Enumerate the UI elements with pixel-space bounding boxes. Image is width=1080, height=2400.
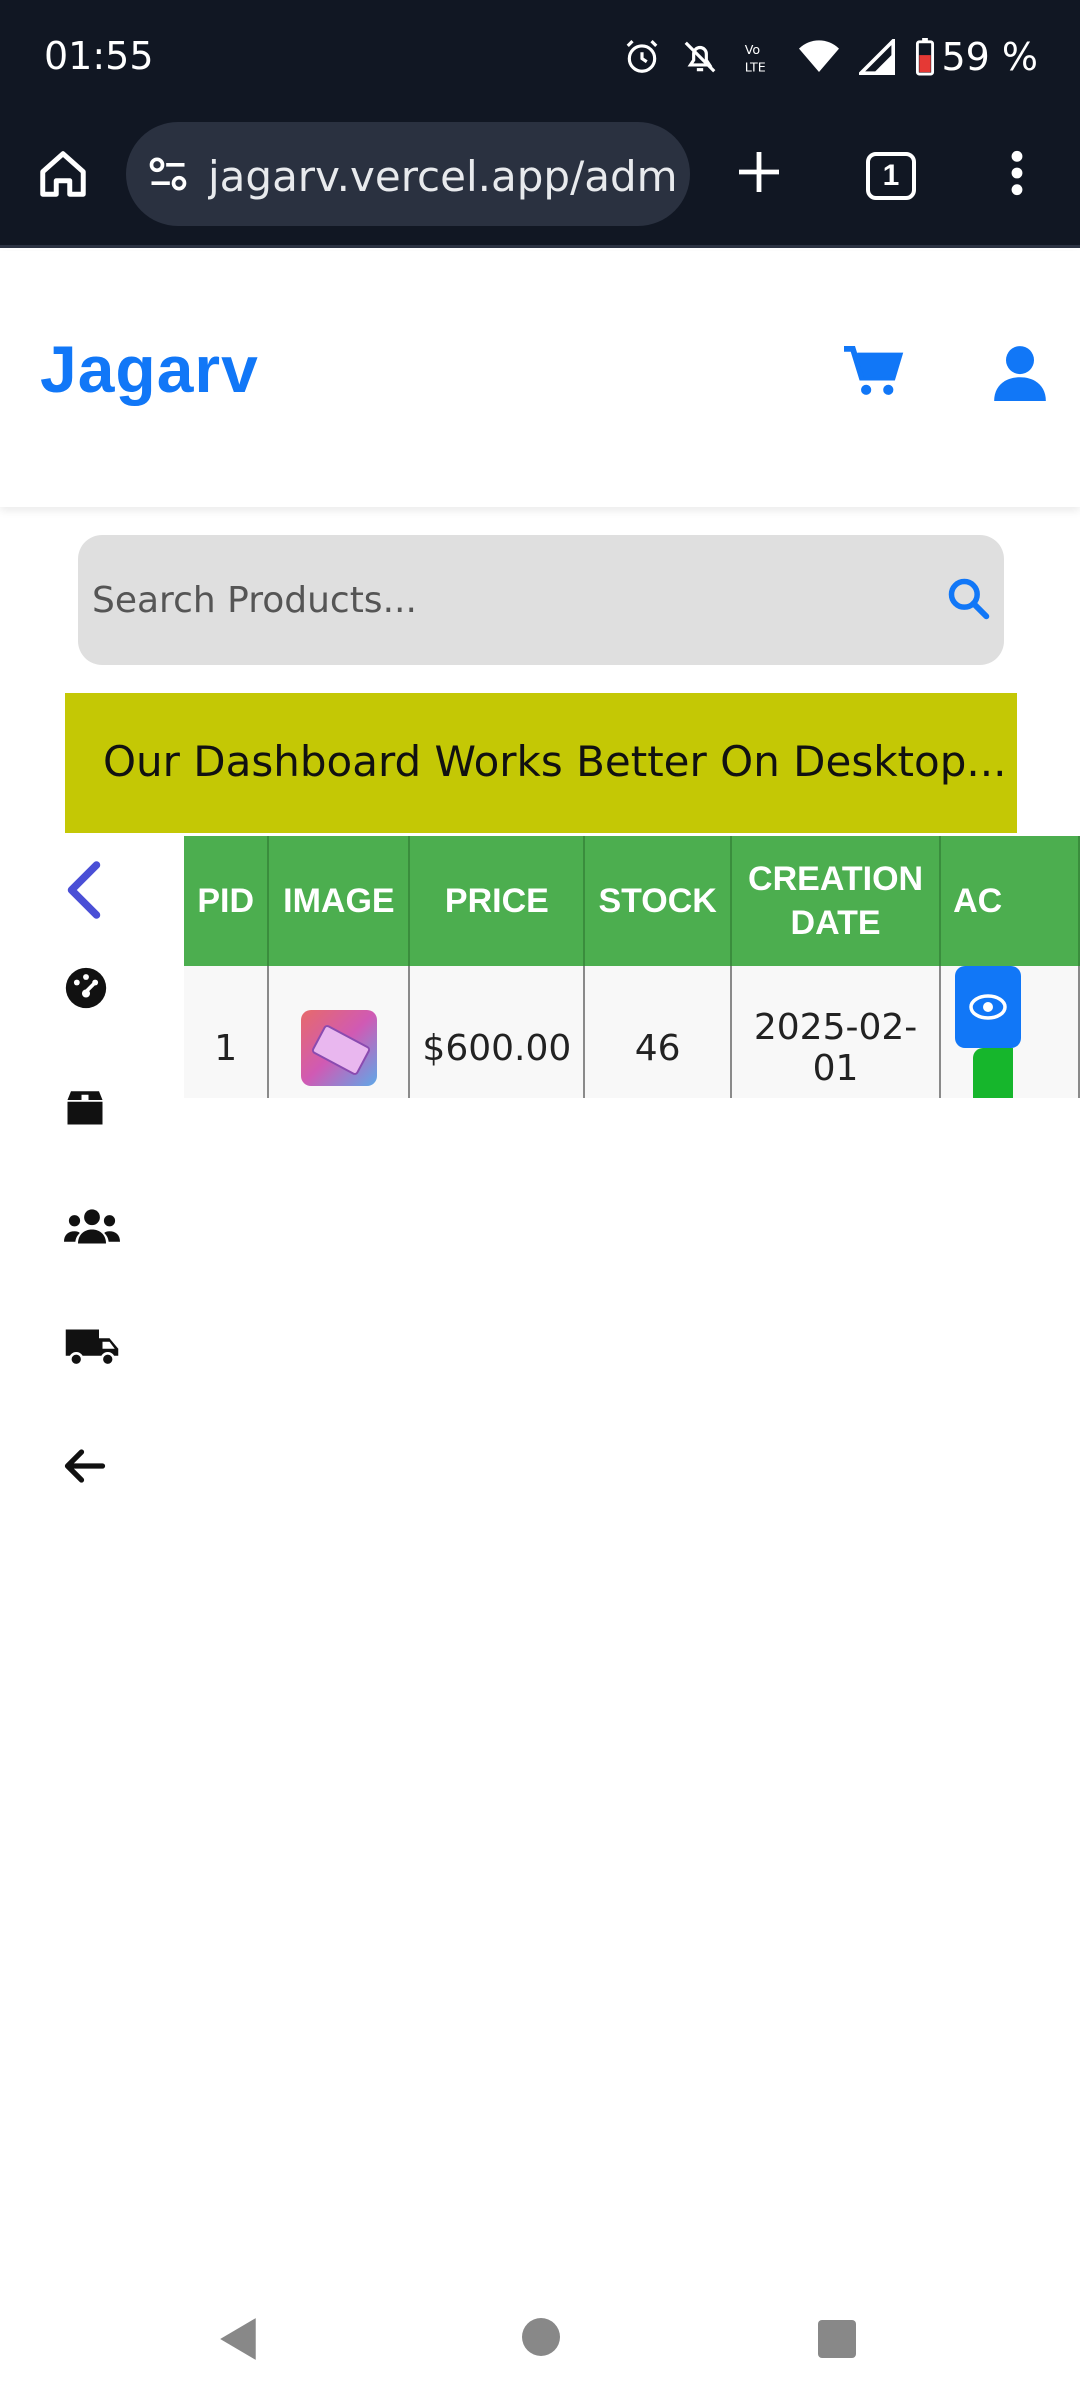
- header-actions: AC: [940, 836, 1080, 966]
- header-creation-date: CREATION DATE: [731, 836, 942, 966]
- svg-text:LTE: LTE: [745, 59, 766, 74]
- header-stock: STOCK: [584, 836, 733, 966]
- back-chevron-icon[interactable]: [64, 860, 104, 925]
- cell-actions: [940, 966, 1080, 1098]
- users-icon[interactable]: [64, 1204, 120, 1253]
- url-text[interactable]: jagarv.vercel.app/admin/: [208, 152, 678, 201]
- svg-text:Vo: Vo: [745, 42, 761, 57]
- search-input[interactable]: [92, 565, 892, 635]
- address-bar[interactable]: jagarv.vercel.app/admin/: [126, 122, 690, 226]
- status-icons: Vo LTE 59 %: [603, 32, 1038, 82]
- site-logo[interactable]: Jagarv: [40, 331, 259, 407]
- signal-icon: [859, 39, 896, 75]
- logout-arrow-icon[interactable]: [64, 1448, 106, 1489]
- new-tab-icon[interactable]: [735, 148, 783, 201]
- nav-back-icon[interactable]: [218, 2316, 260, 2367]
- alarm-icon: [623, 38, 661, 76]
- header-price: PRICE: [409, 836, 586, 966]
- cell-creation-date: 2025-02-01: [731, 966, 942, 1098]
- cell-price: $600.00: [409, 966, 586, 1098]
- site-header: Jagarv: [0, 251, 1080, 507]
- header-image: IMAGE: [268, 836, 411, 966]
- edit-product-button[interactable]: [973, 1048, 1014, 1098]
- search-box: [78, 535, 1004, 665]
- more-menu-icon[interactable]: [1008, 148, 1026, 203]
- user-account-icon[interactable]: [994, 345, 1046, 406]
- system-nav-bar: [0, 2270, 1080, 2400]
- view-product-button[interactable]: [955, 966, 1022, 1048]
- search-icon[interactable]: [946, 576, 990, 625]
- nav-recents-icon[interactable]: [818, 2320, 856, 2358]
- cell-stock: 46: [584, 966, 733, 1098]
- home-icon[interactable]: [36, 146, 90, 206]
- site-settings-icon[interactable]: [146, 152, 190, 201]
- status-time: 01:55: [44, 34, 154, 78]
- products-table-container[interactable]: PID IMAGE PRICE STOCK CREATION DATE AC 1…: [184, 836, 1080, 1098]
- products-table: PID IMAGE PRICE STOCK CREATION DATE AC 1…: [184, 836, 1080, 1098]
- battery-percent: 59 %: [941, 35, 1038, 79]
- delivery-truck-icon[interactable]: [64, 1324, 120, 1375]
- cart-icon[interactable]: [844, 343, 906, 404]
- eye-icon: [969, 994, 1007, 1020]
- dashboard-icon[interactable]: [64, 966, 108, 1015]
- browser-toolbar: jagarv.vercel.app/admin/ 1: [0, 118, 1080, 248]
- product-thumbnail: [300, 1010, 377, 1086]
- banner-text: Our Dashboard Works Better On Desktop...: [103, 737, 1007, 786]
- wifi-icon: [799, 39, 840, 75]
- nav-home-icon[interactable]: [522, 2318, 560, 2356]
- bell-off-icon: [681, 38, 719, 76]
- table-row: 1 $600.00 46 2025-02-01: [184, 966, 1080, 1098]
- tab-switcher-button[interactable]: 1: [866, 152, 916, 200]
- header-pid: PID: [184, 836, 270, 966]
- cell-pid: 1: [184, 966, 270, 1098]
- battery-icon: [915, 38, 935, 76]
- volte-icon: Vo LTE: [739, 38, 779, 76]
- status-bar: 01:55 Vo LTE 59 %: [0, 0, 1080, 118]
- desktop-notice-banner: Our Dashboard Works Better On Desktop...: [65, 693, 1017, 833]
- products-box-icon[interactable]: [64, 1086, 106, 1133]
- table-header-row: PID IMAGE PRICE STOCK CREATION DATE AC: [184, 836, 1080, 966]
- cell-image: [268, 966, 411, 1098]
